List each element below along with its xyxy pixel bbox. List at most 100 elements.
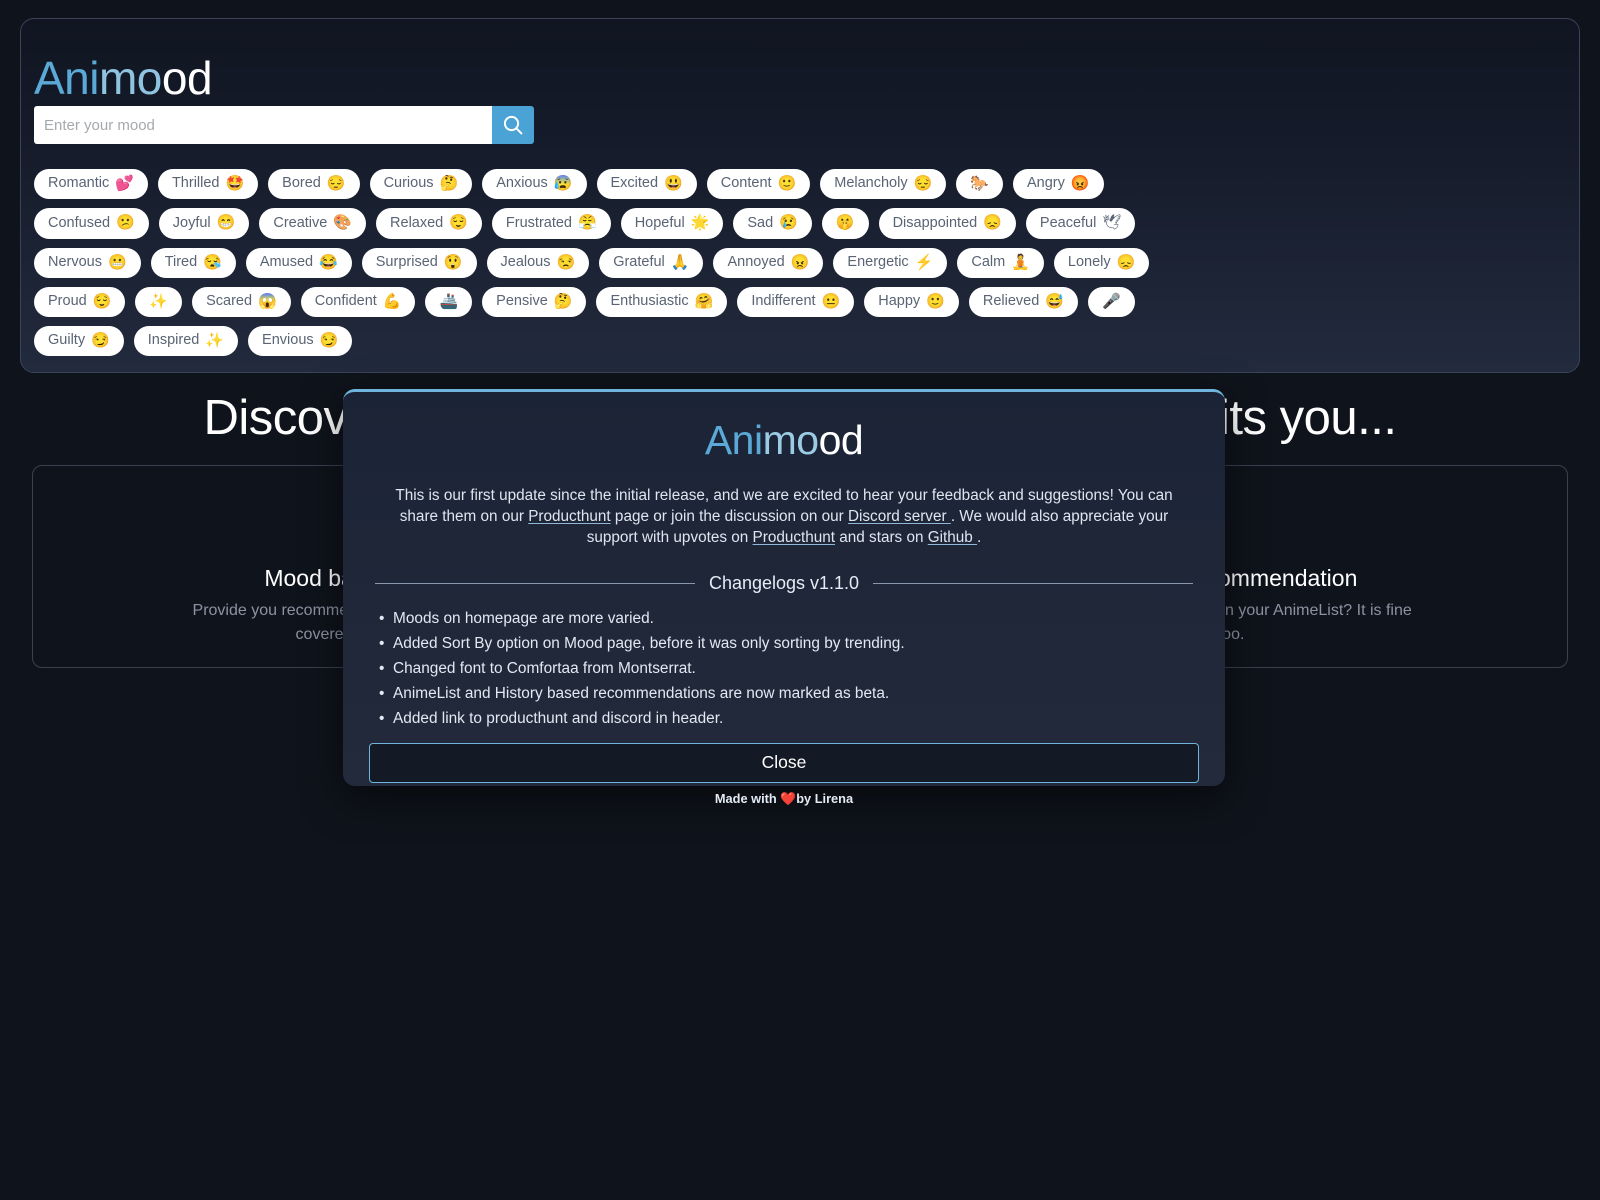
modal-desc-text-4: and stars on bbox=[835, 528, 928, 546]
mood-chip-emoji: 😱 bbox=[258, 292, 277, 310]
mood-chip[interactable]: Content 🙂 bbox=[706, 169, 811, 200]
mood-chip-emoji: 😐 bbox=[821, 292, 841, 310]
mood-chip[interactable]: Pensive 🤔 bbox=[482, 286, 587, 317]
changelog-list: Moods on homepage are more varied. Added … bbox=[369, 609, 1199, 729]
heart-icon: ❤️ bbox=[780, 791, 797, 807]
mood-chip-label: Pensive bbox=[496, 293, 548, 310]
mood-chip-label: Angry bbox=[1026, 175, 1065, 192]
mood-chip[interactable]: 🤫 bbox=[821, 208, 869, 239]
mood-chip-emoji: 😅 bbox=[1045, 292, 1064, 310]
mood-chip[interactable]: Calm 🧘 bbox=[957, 247, 1044, 278]
mood-chip-emoji: 😔 bbox=[913, 175, 933, 192]
mood-chip[interactable]: Confident 💪 bbox=[300, 286, 416, 317]
mood-chip[interactable]: Angry 😡 bbox=[1012, 169, 1104, 200]
mood-chip[interactable]: 🎤 bbox=[1087, 286, 1135, 317]
mood-chip-emoji: 🤗 bbox=[694, 292, 714, 310]
mood-chip[interactable]: Proud 😌 bbox=[34, 286, 126, 317]
mood-chip[interactable]: Thrilled 🤩 bbox=[157, 169, 259, 200]
modal-brand-part-1: Ani bbox=[704, 417, 763, 463]
mood-chip-label: Proud bbox=[48, 293, 87, 310]
mood-chip[interactable]: Surprised 😲 bbox=[361, 247, 477, 278]
mood-chip[interactable]: 🚢 bbox=[425, 286, 473, 317]
changelog-divider: Changelogs v1.1.0 bbox=[369, 573, 1199, 594]
modal-desc-text-5: . bbox=[977, 528, 982, 546]
mood-chip-label: Confident bbox=[314, 293, 377, 310]
mood-chip[interactable]: Guilty 😏 bbox=[34, 326, 124, 357]
mood-chip-emoji: 😡 bbox=[1070, 175, 1090, 192]
mood-chip-label: Tired bbox=[164, 253, 198, 270]
mood-chip[interactable]: Happy 🙂 bbox=[864, 286, 959, 317]
mood-chip[interactable]: Hopeful 🌟 bbox=[620, 208, 724, 239]
mood-chip-label: Hopeful bbox=[634, 214, 685, 231]
mood-chip-label: Annoyed bbox=[727, 253, 785, 270]
mood-chip[interactable]: Energetic ⚡ bbox=[833, 247, 948, 278]
mood-chip-emoji: 😞 bbox=[983, 214, 1002, 232]
search-bar bbox=[34, 106, 534, 144]
mood-chip[interactable]: Indifferent 😐 bbox=[737, 286, 855, 317]
mood-chip[interactable]: Scared 😱 bbox=[192, 286, 291, 317]
mood-chip[interactable]: Melancholy 😔 bbox=[820, 169, 947, 200]
changelog-heading: Changelogs v1.1.0 bbox=[708, 573, 860, 594]
mood-chip[interactable]: Joyful 😁 bbox=[158, 208, 250, 239]
mood-chip[interactable]: Jealous 😒 bbox=[486, 247, 590, 278]
discord-server-link[interactable]: Discord server bbox=[848, 508, 951, 525]
mood-chip[interactable]: Annoyed 😠 bbox=[713, 247, 824, 278]
mood-chip-emoji: 🤫 bbox=[835, 214, 855, 232]
mood-chip[interactable]: Anxious 😰 bbox=[482, 169, 587, 200]
search-input[interactable] bbox=[34, 106, 492, 144]
mood-chip-label: Melancholy bbox=[834, 175, 908, 192]
mood-chip[interactable]: Amused 😂 bbox=[245, 247, 352, 278]
producthunt-link-2[interactable]: Producthunt bbox=[753, 529, 836, 546]
mood-chip[interactable]: Lonely 😞 bbox=[1053, 247, 1150, 278]
mood-chip-label: Romantic bbox=[48, 175, 110, 192]
mood-chip-label: Indifferent bbox=[751, 293, 816, 310]
mood-chip[interactable]: Confused 😕 bbox=[34, 208, 149, 239]
mood-chip-label: Grateful bbox=[613, 253, 665, 270]
github-link[interactable]: Github bbox=[928, 529, 977, 546]
mood-chip[interactable]: Creative 🎨 bbox=[259, 208, 367, 239]
mood-chip[interactable]: Relieved 😅 bbox=[968, 286, 1078, 317]
mood-chip-emoji: 😪 bbox=[203, 253, 222, 271]
mood-chip[interactable]: Relaxed 😌 bbox=[376, 208, 482, 239]
mood-chip[interactable]: ✨ bbox=[135, 286, 183, 317]
mood-chip-emoji: 😔 bbox=[326, 175, 346, 192]
modal-desc-text-2: page or join the discussion on our bbox=[610, 507, 848, 525]
mood-chip-emoji: 😏 bbox=[91, 332, 110, 349]
changelog-item: Added Sort By option on Mood page, befor… bbox=[379, 634, 1199, 654]
mood-chip[interactable]: Grateful 🙏 bbox=[599, 247, 704, 278]
changelog-item: AnimeList and History based recommendati… bbox=[379, 684, 1199, 704]
mood-chip[interactable]: Disappointed 😞 bbox=[878, 208, 1016, 239]
producthunt-link-1[interactable]: Producthunt bbox=[528, 508, 611, 525]
mood-chip-emoji: 😏 bbox=[319, 332, 339, 349]
mood-chip-emoji: 😕 bbox=[116, 214, 135, 232]
mood-chip-label: Happy bbox=[878, 293, 921, 310]
mood-chip-label: Inspired bbox=[147, 332, 200, 349]
mood-chip[interactable]: Bored 😔 bbox=[268, 169, 360, 200]
mood-chip[interactable]: Inspired ✨ bbox=[133, 326, 239, 357]
mood-chip-emoji: 😃 bbox=[664, 175, 683, 192]
mood-chip[interactable]: Frustrated 😤 bbox=[491, 208, 611, 239]
mood-chip[interactable]: Sad 😢 bbox=[733, 208, 812, 239]
mood-chip[interactable]: Peaceful 🕊 bbox=[1025, 208, 1136, 239]
mood-chip-emoji: 😬 bbox=[108, 253, 127, 271]
mood-chip[interactable]: Enthusiastic 🤗 bbox=[596, 286, 728, 317]
mood-chip-emoji: ⚡ bbox=[914, 253, 934, 271]
mood-chip[interactable]: Envious 😏 bbox=[248, 326, 353, 357]
mood-chip[interactable]: Tired 😪 bbox=[150, 247, 236, 278]
mood-chip-emoji: 🚢 bbox=[439, 292, 459, 310]
mood-chip[interactable]: 🐎 bbox=[956, 169, 1003, 200]
search-button[interactable] bbox=[492, 106, 534, 144]
mood-chip-label: Confused bbox=[48, 214, 111, 231]
close-button[interactable]: Close bbox=[369, 743, 1199, 784]
mood-chip[interactable]: Nervous 😬 bbox=[34, 247, 141, 278]
mood-chip-label: Scared bbox=[206, 293, 253, 310]
mood-chip-emoji: 😒 bbox=[556, 253, 576, 271]
mood-chip-label: Relieved bbox=[982, 293, 1040, 310]
mood-chip[interactable]: Excited 😃 bbox=[596, 169, 697, 200]
mood-chip-label: Curious bbox=[383, 175, 434, 192]
mood-chip[interactable]: Romantic 💕 bbox=[34, 169, 148, 200]
mood-chip[interactable]: Curious 🤔 bbox=[369, 169, 473, 200]
mood-chip-emoji: 😌 bbox=[92, 292, 112, 310]
mood-chip-label: Content bbox=[720, 175, 772, 192]
mood-chip-emoji: 🌟 bbox=[690, 214, 710, 232]
